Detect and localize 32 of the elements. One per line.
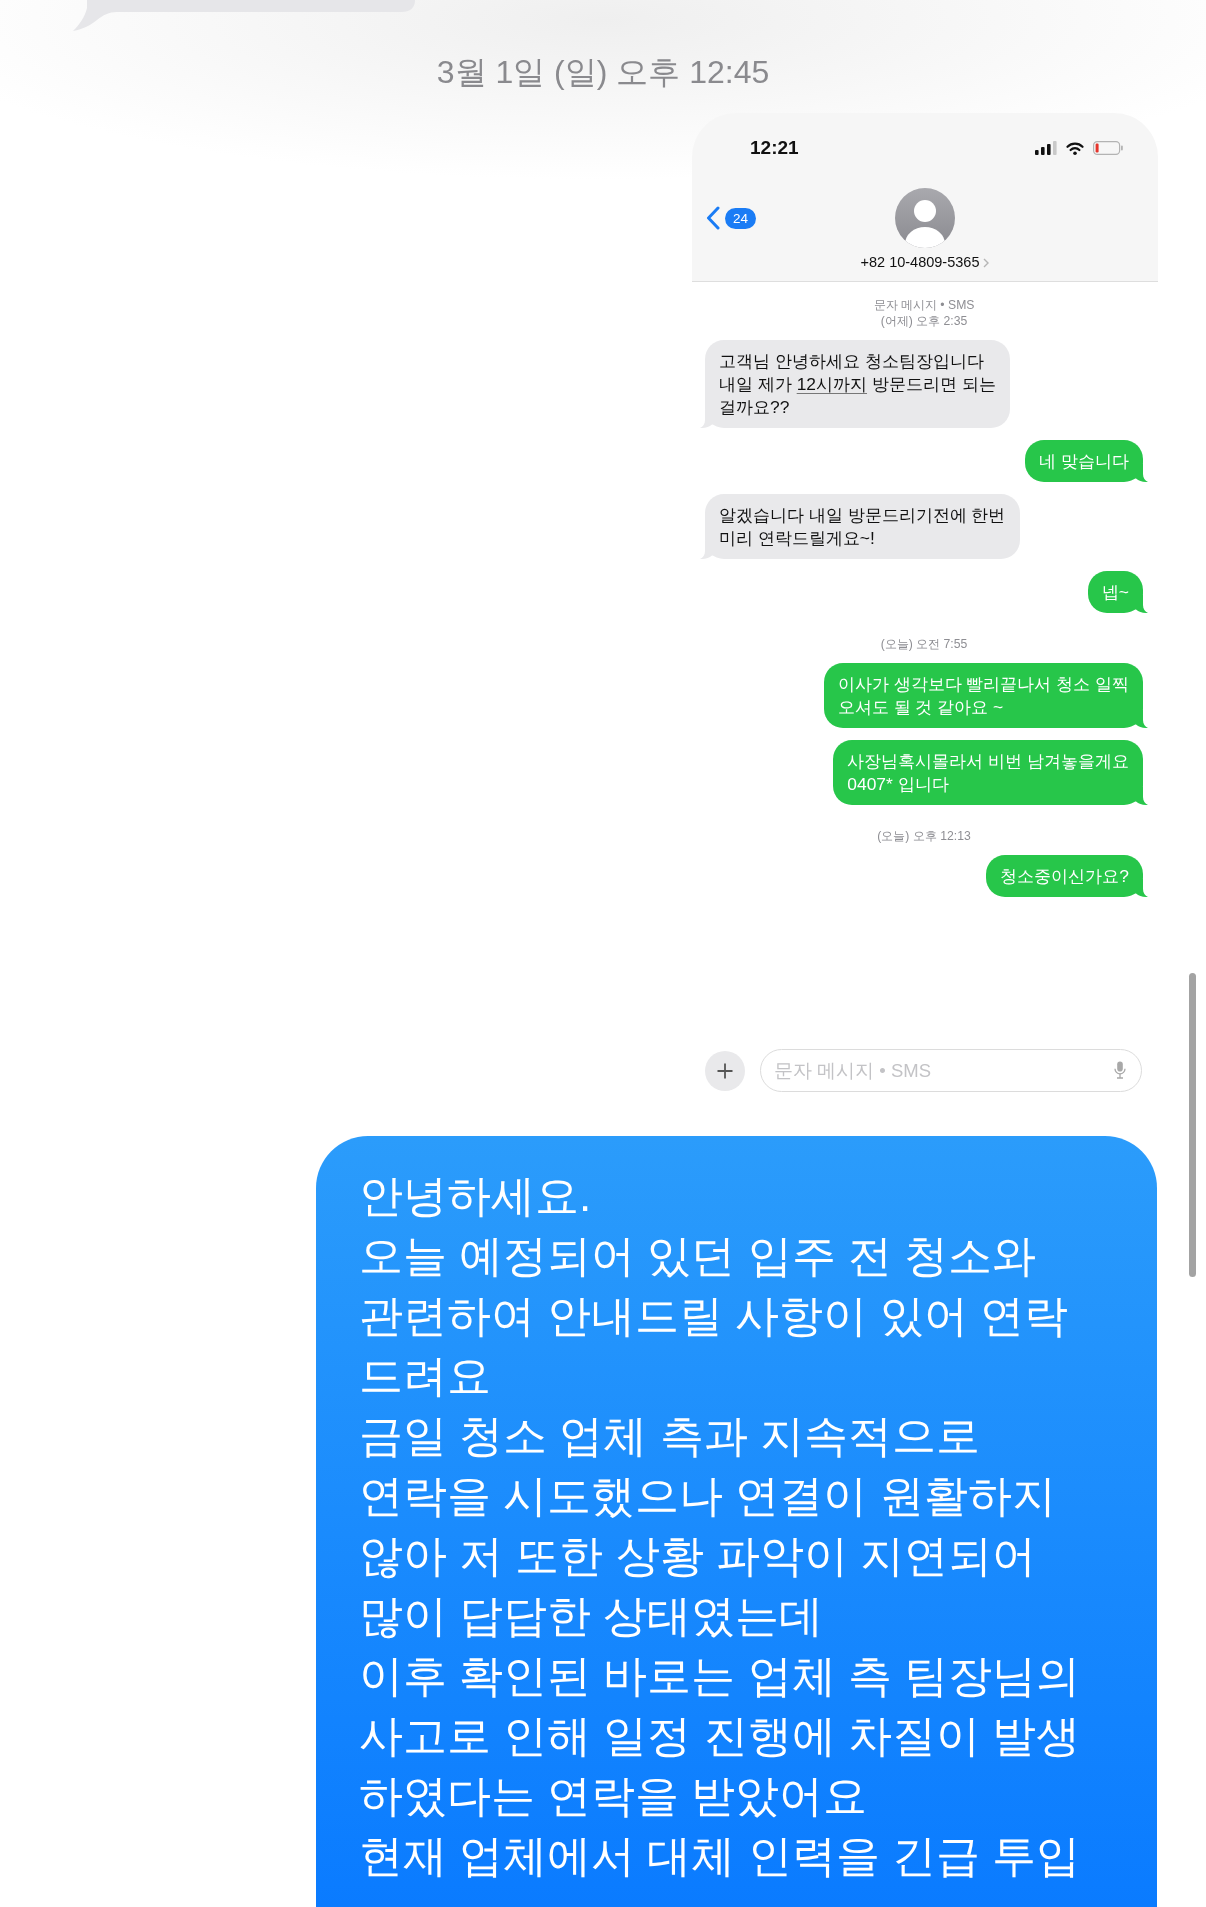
wifi-icon [1066, 141, 1084, 155]
chevron-right-icon [983, 257, 990, 268]
message-bubble: 사장님혹시몰라서 비번 남겨놓을게요 0407* 입니다 [833, 740, 1148, 805]
message-bubble: 알겠습니다 내일 방문드리기전에 한번 미리 연락드릴게요~! [700, 494, 1020, 559]
chevron-left-icon [706, 206, 720, 230]
battery-icon [1093, 141, 1123, 155]
bubble-tail-icon [1132, 877, 1148, 897]
message-bubble: 고객님 안녕하세요 청소팀장입니다 내일 제가 12시까지 방문드리면 되는 걸까요?? [700, 340, 1010, 428]
add-button[interactable] [705, 1050, 745, 1091]
conversation-timestamp: 3월 1일 (일) 오후 12:45 [436, 53, 770, 91]
thread-label: (오늘) 오전 7:55 [880, 637, 968, 651]
thread-label: (오늘) 오후 12:13 [877, 829, 971, 843]
message-bubble: 네 맞습니다 [1025, 440, 1148, 482]
thread-label: (어제) 오후 2:35 [880, 314, 968, 328]
message-bubble: 안녕하세요. 오늘 예정되어 있던 입주 전 청소와 관련하여 안내드릴 사항이 있어 연락 드려요 금일 청소 업체 측과 지속적으로 연락을 시도했으나 연결이 원활하지 않아 저 또한 상황 파악이 지연되어 많이 답답한 상태였는데 이후 확인된 바로는 업체 측 팀장님의 사고로 인해 일정 진행에 차질이 발생 하였다는 연락을 받았어요 현재 업체에서 대체 인력을 긴급 투입 [316, 1136, 1157, 1907]
bubble-tail-icon [1132, 462, 1148, 482]
bubble-tail-icon [1132, 785, 1148, 805]
bubble-tail-icon [1132, 708, 1148, 728]
message-bubble: 넵~ [1087, 571, 1148, 613]
back-button[interactable]: 24 [706, 206, 757, 230]
contact-number[interactable]: +82 10-4809-5365 [860, 254, 980, 271]
message-bubble: 청소중이신가요? [986, 855, 1148, 897]
avatar-icon [895, 188, 955, 248]
bubble-tail-icon [1132, 593, 1148, 613]
message-field[interactable]: 문자 메시지 • SMS [760, 1049, 1142, 1092]
plus-icon [716, 1061, 734, 1080]
message-bubble: 이사가 생각보다 빨리끝나서 청소 일찍 오셔도 될 것 같아요 ~ [823, 663, 1148, 728]
signal-icon [1035, 141, 1057, 155]
thread-label: 문자 메시지 • SMS [873, 298, 975, 312]
status-time: 12:21 [750, 137, 799, 159]
date-link[interactable]: 12시까지 [796, 373, 867, 394]
unread-badge: 24 [725, 207, 757, 229]
